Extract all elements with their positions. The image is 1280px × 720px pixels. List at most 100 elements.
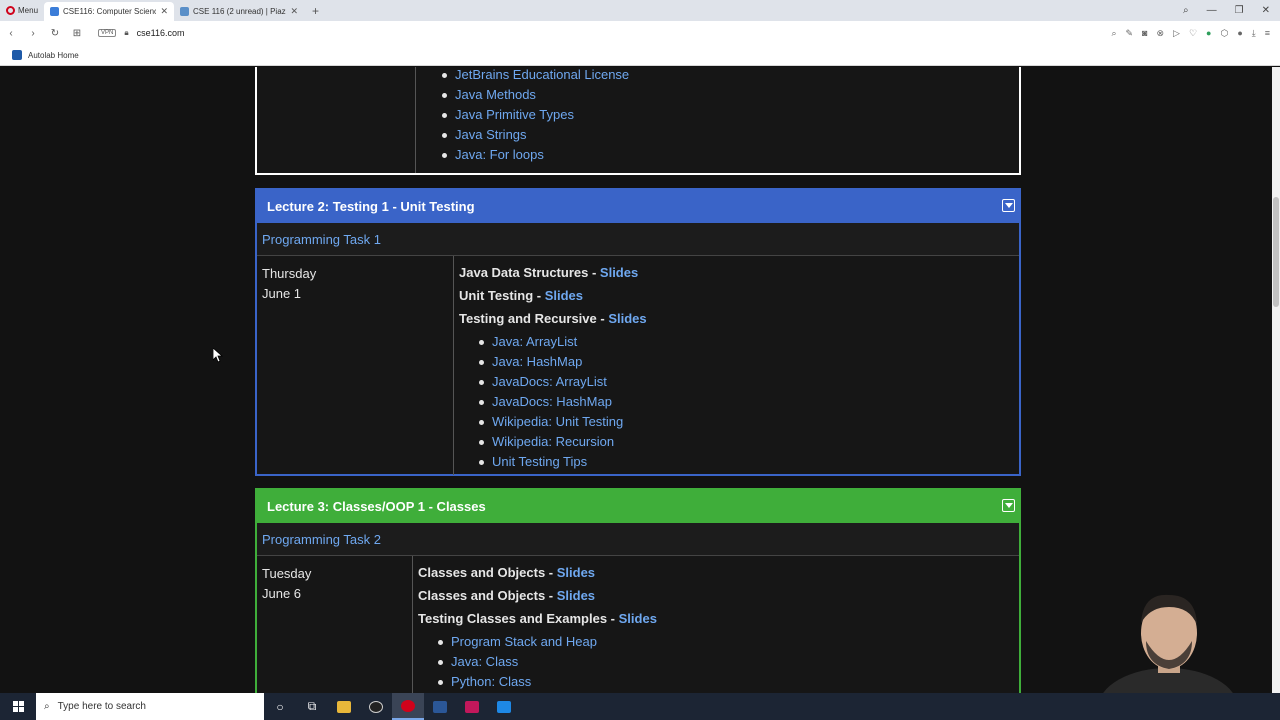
lecture-day: Thursday	[262, 266, 317, 281]
new-tab-button[interactable]: +	[304, 4, 327, 18]
link-item[interactable]: Java Methods	[441, 85, 629, 105]
lecture-2-header[interactable]: Lecture 2: Testing 1 - Unit Testing	[257, 190, 1019, 223]
recorder-icon[interactable]	[488, 693, 520, 720]
link-item[interactable]: Java: ArrayList	[479, 332, 647, 352]
windows-taskbar: ⌕ Type here to search ○ ⧉	[0, 693, 1280, 720]
topic-sep: -	[545, 588, 557, 603]
bookmark-autolab-home[interactable]: Autolab Home	[28, 51, 79, 60]
link-item[interactable]: Wikipedia: Unit Testing	[479, 412, 647, 432]
slides-link[interactable]: Slides	[600, 265, 638, 280]
topic-sep: -	[588, 265, 600, 280]
easy-setup-icon[interactable]: ≡	[1265, 28, 1270, 39]
lecture-3-body: Tuesday June 6 Classes and Objects - Sli…	[257, 556, 1019, 693]
collapse-toggle-icon[interactable]	[1002, 499, 1015, 512]
profile-icon[interactable]: ●	[1237, 28, 1242, 39]
link-item[interactable]: JavaDocs: ArrayList	[479, 372, 647, 392]
opera-icon[interactable]	[392, 693, 424, 720]
word-icon[interactable]	[424, 693, 456, 720]
topic-row: Classes and Objects - Slides	[418, 584, 657, 607]
slides-link[interactable]: Slides	[545, 288, 583, 303]
webcam-overlay	[1068, 583, 1238, 693]
edit-icon[interactable]: ✎	[1125, 28, 1133, 39]
topic-row: Java Data Structures - Slides	[459, 261, 647, 284]
windows-logo-icon	[12, 701, 24, 712]
column-divider	[412, 556, 413, 693]
link-item[interactable]: JetBrains Educational License	[441, 67, 629, 85]
taskbar-search-box[interactable]: ⌕ Type here to search	[36, 693, 264, 720]
close-window-icon[interactable]: ✕	[1262, 5, 1270, 16]
url-field[interactable]: cse116.com	[137, 28, 185, 38]
close-tab-icon[interactable]: ✕	[290, 6, 298, 17]
page-scrollbar[interactable]	[1272, 67, 1280, 693]
restore-icon[interactable]: ❐	[1235, 5, 1244, 16]
lecture-3-links: Program Stack and Heap Java: Class Pytho…	[438, 632, 657, 692]
search-placeholder: Type here to search	[57, 701, 146, 712]
cube-icon[interactable]: ⬡	[1220, 28, 1228, 39]
heart-icon[interactable]: ♡	[1189, 28, 1197, 39]
lecture-date-value: June 6	[262, 586, 302, 601]
collapse-toggle-icon[interactable]	[1002, 199, 1015, 212]
extension-icon[interactable]: ●	[1206, 28, 1211, 39]
topic-sep: -	[607, 611, 619, 626]
topic-name: Testing Classes and Examples	[418, 611, 608, 626]
adblock-icon[interactable]: ⊗	[1156, 28, 1164, 39]
tab-piazza[interactable]: CSE 116 (2 unread) | Piazza ✕	[174, 2, 304, 21]
lecture-2-links: Java: ArrayList Java: HashMap JavaDocs: …	[479, 332, 647, 472]
lock-icon[interactable]: 🔒︎	[124, 28, 128, 38]
link-item[interactable]: Java: Class	[438, 652, 657, 672]
reload-icon[interactable]: ↻	[44, 28, 66, 39]
start-button[interactable]	[0, 693, 36, 720]
autolab-icon	[12, 50, 22, 60]
file-explorer-icon[interactable]	[328, 693, 360, 720]
tab-title: CSE 116 (2 unread) | Piazza	[193, 7, 287, 16]
cortana-icon[interactable]: ○	[264, 693, 296, 720]
topic-name: Classes and Objects	[418, 588, 546, 603]
tab-cse116[interactable]: CSE116: Computer Science ✕	[44, 2, 175, 21]
slides-link[interactable]: Slides	[619, 611, 657, 626]
lecture-date: Tuesday June 6	[262, 564, 311, 604]
close-tab-icon[interactable]: ✕	[160, 6, 168, 17]
vpn-badge[interactable]: VPN	[98, 29, 117, 37]
link-item[interactable]: Wikipedia: Recursion	[479, 432, 647, 452]
slides-link[interactable]: Slides	[608, 311, 646, 326]
snapshot-icon[interactable]: ◙	[1142, 28, 1147, 39]
link-item[interactable]: JavaDocs: HashMap	[479, 392, 647, 412]
link-item[interactable]: Java Primitive Types	[441, 105, 629, 125]
intellij-icon[interactable]	[456, 693, 488, 720]
lecture-topics: Classes and Objects - Slides Classes and…	[418, 561, 657, 692]
forward-icon[interactable]: ›	[22, 28, 44, 39]
link-item[interactable]: Java Strings	[441, 125, 629, 145]
programming-task-link[interactable]: Programming Task 2	[257, 523, 1019, 556]
topic-name: Java Data Structures	[459, 265, 589, 280]
speed-dial-icon[interactable]: ⊞	[66, 28, 88, 39]
lecture-1-card: JetBrains Educational License Java Metho…	[255, 67, 1021, 175]
tab-title: CSE116: Computer Science	[63, 7, 157, 16]
slides-link[interactable]: Slides	[557, 588, 595, 603]
zoom-icon[interactable]: ⌕	[1111, 28, 1116, 39]
lecture-3-header[interactable]: Lecture 3: Classes/OOP 1 - Classes	[257, 490, 1019, 523]
link-item[interactable]: Unit Testing Tips	[479, 452, 647, 472]
link-item[interactable]: Java: HashMap	[479, 352, 647, 372]
app-icon[interactable]	[360, 693, 392, 720]
piazza-favicon-icon	[180, 7, 190, 16]
topic-row: Testing Classes and Examples - Slides	[418, 607, 657, 630]
task-view-icon[interactable]: ⧉	[296, 693, 328, 720]
topic-row: Unit Testing - Slides	[459, 284, 647, 307]
minimize-icon[interactable]: —	[1207, 5, 1217, 16]
slides-link[interactable]: Slides	[557, 565, 595, 580]
scrollbar-thumb[interactable]	[1273, 197, 1279, 307]
send-icon[interactable]: ▷	[1173, 28, 1180, 39]
opera-logo-icon	[6, 6, 15, 15]
bookmarks-bar: Autolab Home	[0, 45, 1280, 66]
lecture-2-body: Thursday June 1 Java Data Structures - S…	[257, 256, 1019, 475]
download-icon[interactable]: ⤓	[1252, 28, 1256, 39]
programming-task-link[interactable]: Programming Task 1	[257, 223, 1019, 256]
link-item[interactable]: Python: Class	[438, 672, 657, 692]
window-controls: ⌕ — ❐ ✕	[1183, 5, 1280, 16]
lecture-date-value: June 1	[262, 286, 302, 301]
link-item[interactable]: Program Stack and Heap	[438, 632, 657, 652]
browser-menu-button[interactable]: Menu	[0, 0, 44, 21]
search-tabs-icon[interactable]: ⌕	[1183, 5, 1189, 16]
back-icon[interactable]: ‹	[0, 28, 22, 39]
link-item[interactable]: Java: For loops	[441, 145, 629, 165]
